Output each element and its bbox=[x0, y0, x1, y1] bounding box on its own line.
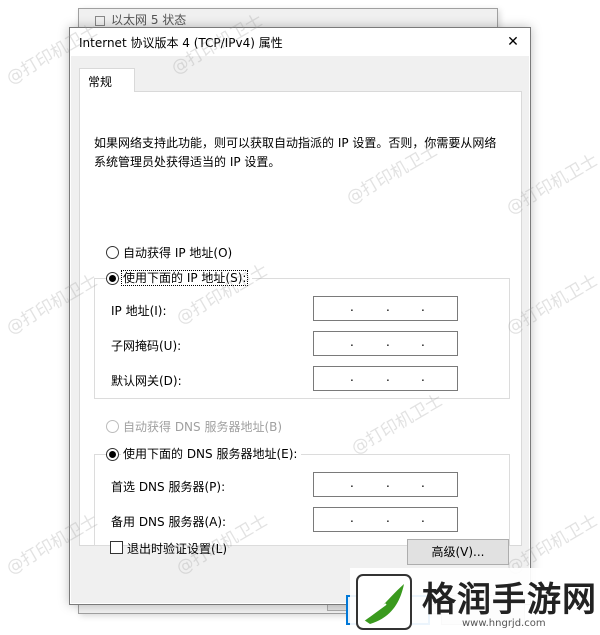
dialog-client: 常规 如果网络支持此功能，则可以获取自动指派的 IP 设置。否则，你需要从网络系… bbox=[71, 56, 529, 625]
auto-dns-radio[interactable] bbox=[106, 420, 119, 433]
default-gateway-label: 默认网关(D): bbox=[111, 374, 182, 388]
tab-general-label: 常规 bbox=[88, 75, 113, 89]
logo-url: www.hngrjd.com bbox=[462, 618, 546, 629]
manual-dns-radio[interactable] bbox=[106, 448, 119, 461]
preferred-dns-input[interactable]: ... bbox=[313, 472, 458, 497]
title-bar[interactable]: Internet 协议版本 4 (TCP/IPv4) 属性 ✕ bbox=[70, 28, 530, 56]
auto-ip-label[interactable]: 自动获得 IP 地址(O) bbox=[123, 244, 232, 261]
description-text: 如果网络支持此功能，则可以获取自动指派的 IP 设置。否则，你需要从网络系统管理… bbox=[94, 136, 497, 169]
general-panel: 如果网络支持此功能，则可以获取自动指派的 IP 设置。否则，你需要从网络系统管理… bbox=[79, 91, 522, 546]
auto-ip-radio[interactable] bbox=[106, 246, 119, 259]
dialog-title: Internet 协议版本 4 (TCP/IPv4) 属性 bbox=[79, 36, 283, 50]
subnet-mask-label: 子网掩码(U): bbox=[111, 339, 182, 353]
ip-address-input[interactable]: ... bbox=[313, 296, 458, 321]
validate-on-exit-checkbox[interactable] bbox=[110, 541, 123, 554]
manual-ip-label[interactable]: 使用下面的 IP 地址(S): bbox=[121, 269, 253, 286]
ipv4-properties-dialog: Internet 协议版本 4 (TCP/IPv4) 属性 ✕ 常规 如果网络支… bbox=[69, 27, 531, 625]
advanced-button[interactable]: 高级(V)... bbox=[407, 539, 509, 565]
tab-general[interactable]: 常规 bbox=[79, 68, 135, 92]
close-icon[interactable]: ✕ bbox=[496, 28, 530, 56]
background-window-title: 以太网 5 状态 bbox=[95, 11, 186, 28]
auto-dns-label[interactable]: 自动获得 DNS 服务器地址(B) bbox=[123, 418, 282, 435]
default-gateway-input[interactable]: ... bbox=[313, 366, 458, 391]
ip-address-label: IP 地址(I): bbox=[111, 304, 167, 318]
leaf-logo-icon bbox=[356, 574, 412, 630]
site-logo: 格润手游网 www.hngrjd.com bbox=[350, 568, 600, 635]
validate-on-exit-label[interactable]: 退出时验证设置(L) bbox=[127, 540, 227, 557]
alternate-dns-label: 备用 DNS 服务器(A): bbox=[111, 515, 227, 529]
manual-dns-label[interactable]: 使用下面的 DNS 服务器地址(E): bbox=[121, 445, 302, 462]
network-icon bbox=[95, 15, 105, 26]
logo-name: 格润手游网 bbox=[422, 580, 597, 620]
subnet-mask-input[interactable]: ... bbox=[313, 331, 458, 356]
dns-group-box bbox=[94, 454, 510, 546]
alternate-dns-input[interactable]: ... bbox=[313, 507, 458, 532]
manual-ip-radio[interactable] bbox=[106, 272, 119, 285]
preferred-dns-label: 首选 DNS 服务器(P): bbox=[111, 480, 226, 494]
